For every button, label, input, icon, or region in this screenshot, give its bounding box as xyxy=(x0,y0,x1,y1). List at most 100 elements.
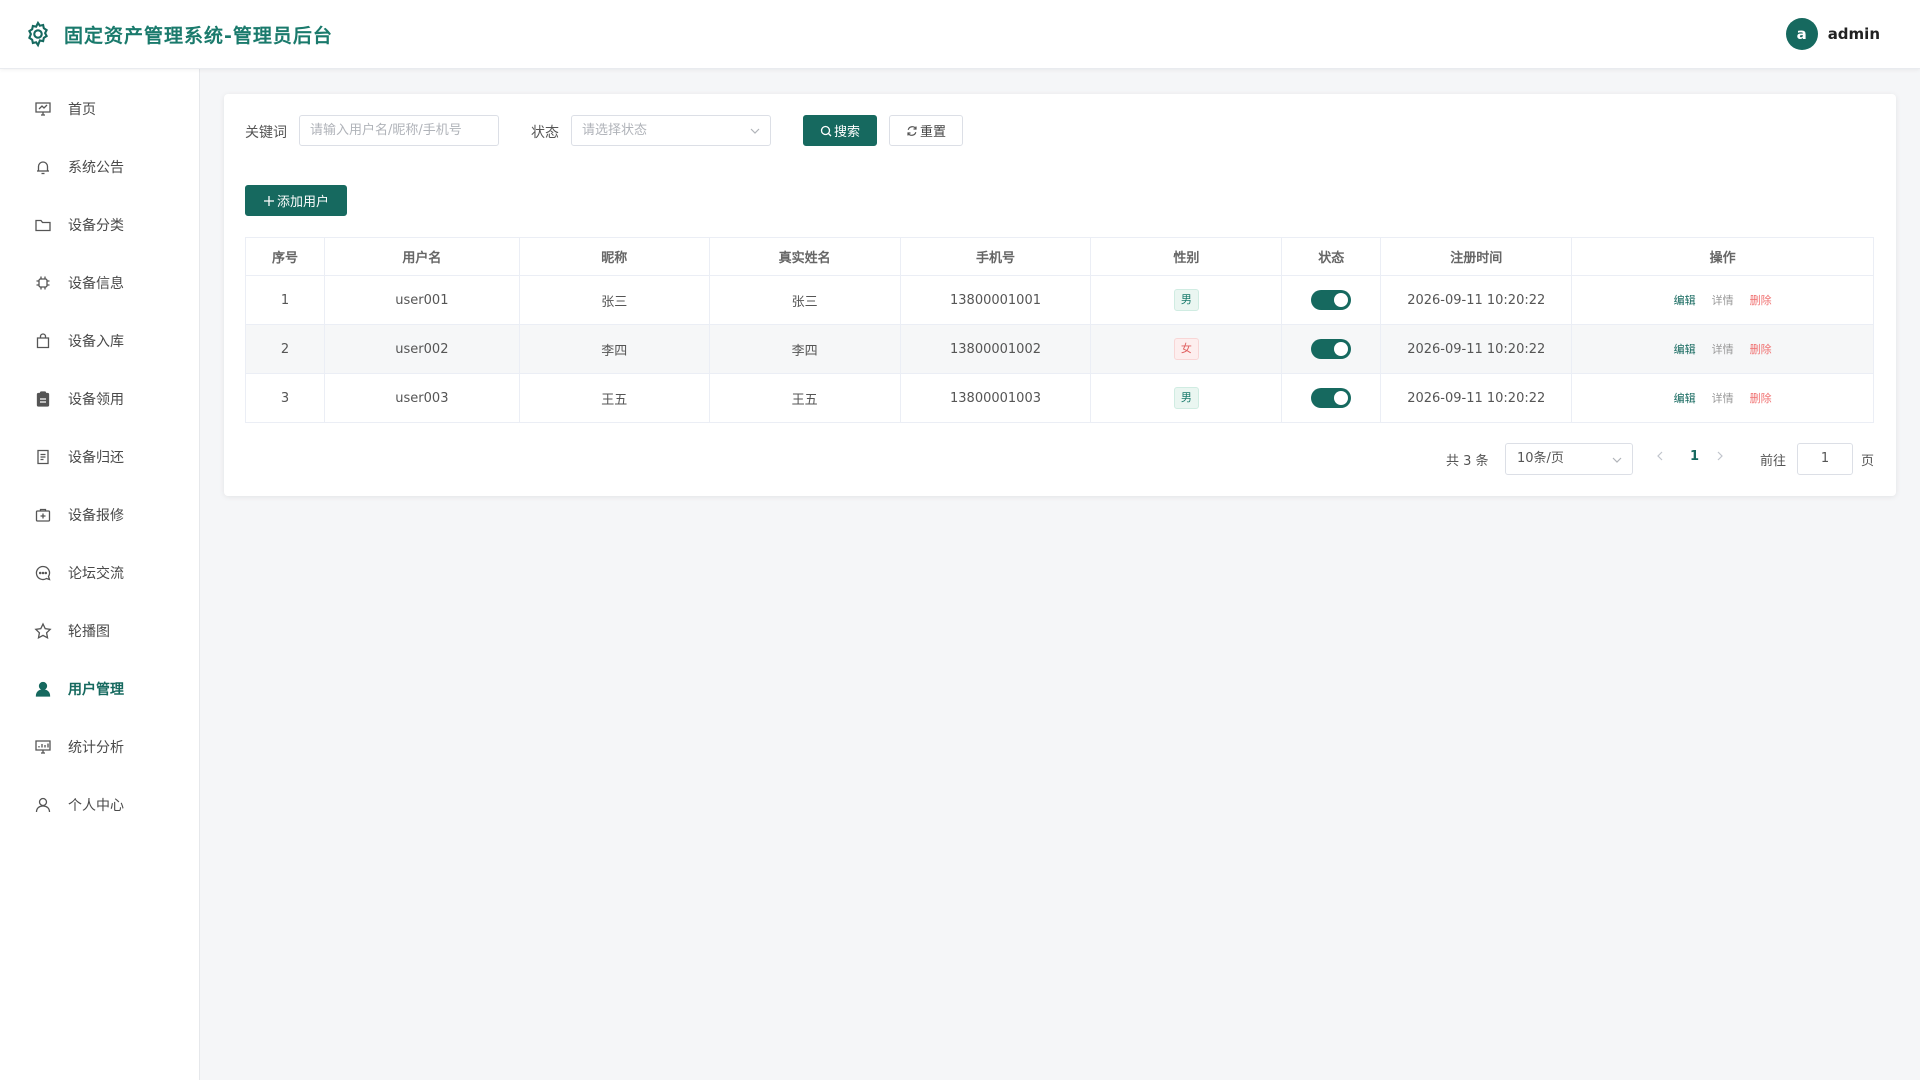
goto-page-input[interactable]: 1 xyxy=(1797,443,1853,475)
column-header: 状态 xyxy=(1281,237,1382,276)
sidebar-item-label: 设备报修 xyxy=(68,508,124,524)
cell-username: user002 xyxy=(324,324,520,374)
chevron-down-icon xyxy=(750,128,760,134)
reset-button[interactable]: 重置 xyxy=(889,115,963,146)
sidebar-item-label: 设备信息 xyxy=(68,276,124,292)
table-row: 2 user002 李四 李四 13800001002 女 2026-09-11 10:20… xyxy=(245,324,1874,374)
column-header: 昵称 xyxy=(519,237,710,276)
next-page-button[interactable] xyxy=(1716,449,1728,469)
cell-index: 3 xyxy=(245,373,325,423)
plus-icon xyxy=(263,195,274,206)
cell-gender: 女 xyxy=(1090,324,1283,374)
refresh-icon xyxy=(907,125,917,136)
status-toggle[interactable] xyxy=(1311,290,1352,310)
edit-button[interactable]: 编辑 xyxy=(1674,294,1696,307)
bell-icon xyxy=(37,161,49,175)
sidebar-item-3[interactable]: 设备分类 xyxy=(0,205,199,245)
gender-tag: 男 xyxy=(1173,387,1199,409)
cell-phone: 13800001001 xyxy=(900,275,1092,325)
app-title: 固定资产管理系统-管理员后台 xyxy=(64,25,333,47)
sidebar-item-6[interactable]: 设备领用 xyxy=(0,379,199,419)
sidebar-item-8[interactable]: 设备报修 xyxy=(0,495,199,535)
delete-button[interactable]: 删除 xyxy=(1750,343,1772,356)
keyword-label: 关键词 xyxy=(245,125,287,141)
sidebar-item-label: 统计分析 xyxy=(68,740,124,756)
edit-button[interactable]: 编辑 xyxy=(1674,392,1696,405)
add-user-button-label: 添加用户 xyxy=(276,195,329,210)
sidebar-item-label: 轮播图 xyxy=(68,624,110,640)
column-header: 用户名 xyxy=(324,237,520,276)
chevron-down-icon xyxy=(1612,457,1622,463)
add-user-button[interactable]: 添加用户 xyxy=(245,185,347,216)
sidebar-item-7[interactable]: 设备归还 xyxy=(0,437,199,477)
page-size-select[interactable]: 10条/页 xyxy=(1505,443,1633,475)
sidebar-item-4[interactable]: 设备信息 xyxy=(0,263,199,303)
username[interactable]: admin xyxy=(1828,25,1880,43)
status-toggle[interactable] xyxy=(1311,388,1352,408)
search-button-label: 搜索 xyxy=(833,125,860,140)
gender-tag: 女 xyxy=(1173,338,1199,360)
column-header: 操作 xyxy=(1571,237,1874,276)
cell-status xyxy=(1281,324,1382,374)
page-suffix-label: 页 xyxy=(1861,454,1875,469)
search-button[interactable]: 搜索 xyxy=(803,115,877,146)
status-select[interactable]: 请选择状态 xyxy=(571,115,771,146)
avatar[interactable]: a xyxy=(1785,18,1818,50)
cell-index: 2 xyxy=(245,324,325,374)
cell-phone: 13800001003 xyxy=(900,373,1092,423)
chevron-left-icon xyxy=(1657,451,1663,461)
document-icon xyxy=(37,449,49,465)
sidebar-item-2[interactable]: 系统公告 xyxy=(0,147,199,187)
cell-realname: 张三 xyxy=(709,275,901,325)
cell-username: user003 xyxy=(324,373,520,423)
page-size-value: 10条/页 xyxy=(1517,451,1564,466)
cell-username: user001 xyxy=(324,275,520,325)
sidebar-item-label: 用户管理 xyxy=(68,682,124,698)
user-menu[interactable]: a admin xyxy=(1785,18,1880,50)
status-toggle[interactable] xyxy=(1311,339,1352,359)
reset-button-label: 重置 xyxy=(919,125,946,140)
sidebar-item-5[interactable]: 设备入库 xyxy=(0,321,199,361)
chevron-right-icon xyxy=(1717,451,1723,461)
cell-nickname: 张三 xyxy=(519,275,710,325)
search-icon xyxy=(820,125,832,136)
sidebar-item-9[interactable]: 论坛交流 xyxy=(0,553,199,593)
sidebar-item-label: 设备归还 xyxy=(68,450,124,466)
sidebar-item-13[interactable]: 个人中心 xyxy=(0,785,199,825)
sidebar-item-1[interactable]: 首页 xyxy=(0,89,199,129)
sidebar-item-label: 论坛交流 xyxy=(68,566,124,582)
cell-realname: 王五 xyxy=(709,373,901,423)
user-icon xyxy=(35,797,51,813)
detail-button[interactable]: 详情 xyxy=(1712,294,1734,307)
cell-actions: 编辑 详情 删除 xyxy=(1571,275,1874,325)
cell-registered: 2026-09-11 10:20:22 xyxy=(1380,324,1573,374)
table-row: 3 user003 王五 王五 13800001003 男 2026-09-11 10:20… xyxy=(245,373,1874,423)
delete-button[interactable]: 删除 xyxy=(1750,294,1772,307)
keyword-input[interactable]: 请输入用户名/昵称/手机号 xyxy=(299,115,499,146)
cell-registered: 2026-09-11 10:20:22 xyxy=(1380,275,1573,325)
top-header: 固定资产管理系统-管理员后台 a admin xyxy=(0,0,1920,69)
delete-button[interactable]: 删除 xyxy=(1750,392,1772,405)
column-header: 真实姓名 xyxy=(709,237,901,276)
star-icon xyxy=(34,622,52,640)
cell-realname: 李四 xyxy=(709,324,901,374)
cell-status xyxy=(1281,275,1382,325)
detail-button[interactable]: 详情 xyxy=(1712,343,1734,356)
detail-button[interactable]: 详情 xyxy=(1712,392,1734,405)
edit-button[interactable]: 编辑 xyxy=(1674,343,1696,356)
clipboard-icon xyxy=(36,391,50,407)
sidebar-item-label: 系统公告 xyxy=(68,160,124,176)
sidebar-item-12[interactable]: 统计分析 xyxy=(0,727,199,767)
column-header: 序号 xyxy=(245,237,325,276)
column-header: 注册时间 xyxy=(1380,237,1573,276)
sidebar-item-10[interactable]: 轮播图 xyxy=(0,611,199,651)
cell-gender: 男 xyxy=(1090,373,1283,423)
cell-registered: 2026-09-11 10:20:22 xyxy=(1380,373,1573,423)
cell-nickname: 李四 xyxy=(519,324,710,374)
sidebar-item-11[interactable]: 用户管理 xyxy=(0,669,199,709)
page-number-1[interactable]: 1 xyxy=(1690,449,1699,464)
cell-index: 1 xyxy=(245,275,325,325)
bag-icon xyxy=(36,333,50,349)
cell-gender: 男 xyxy=(1090,275,1283,325)
prev-page-button[interactable] xyxy=(1656,449,1668,469)
